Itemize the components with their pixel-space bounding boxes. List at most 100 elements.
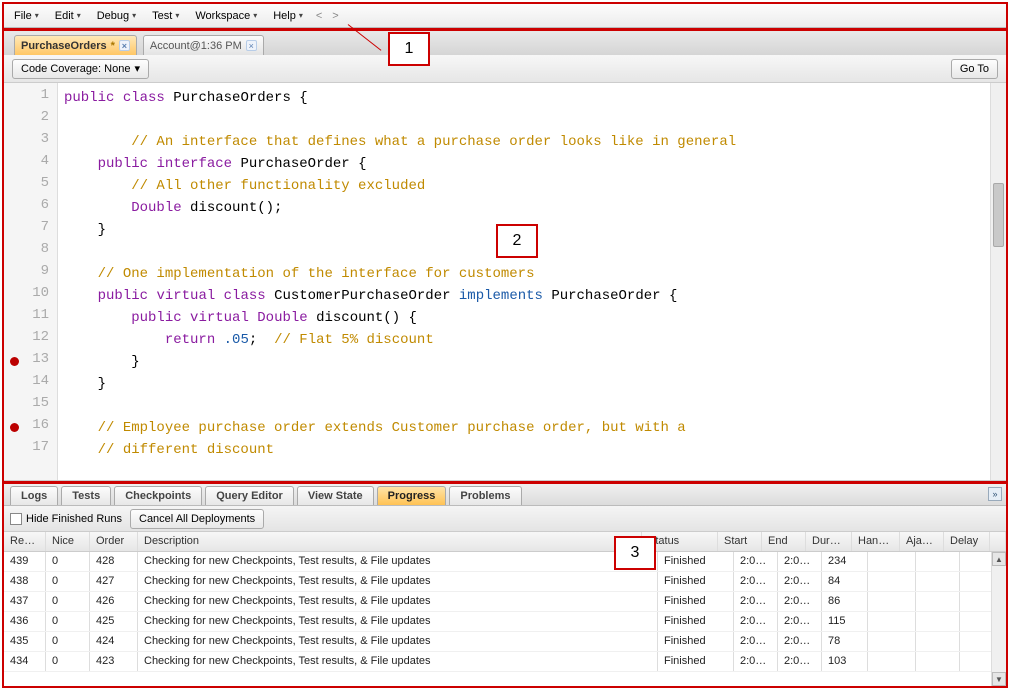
cell: 423: [90, 652, 138, 671]
close-icon[interactable]: ×: [119, 40, 130, 51]
grid-body[interactable]: 4390428Checking for new Checkpoints, Tes…: [4, 552, 1006, 686]
checkbox-icon[interactable]: [10, 513, 22, 525]
menu-test[interactable]: Test▾: [146, 8, 185, 24]
code-line[interactable]: [64, 395, 984, 417]
cell: 425: [90, 612, 138, 631]
expand-icon[interactable]: »: [988, 487, 1002, 501]
nav-back-icon[interactable]: <: [313, 10, 325, 22]
close-icon[interactable]: ×: [246, 40, 257, 51]
line-number[interactable]: 4: [4, 153, 57, 175]
panel-tab-tests[interactable]: Tests: [61, 486, 111, 505]
checkbox-label: Hide Finished Runs: [26, 513, 122, 525]
cell: Finished: [658, 552, 734, 571]
code-line[interactable]: // Employee purchase order extends Custo…: [64, 417, 984, 439]
col-start[interactable]: Start: [718, 532, 762, 551]
goto-button[interactable]: Go To: [951, 59, 998, 79]
code-line[interactable]: // An interface that defines what a purc…: [64, 131, 984, 153]
vertical-scrollbar[interactable]: [990, 83, 1006, 480]
code-line[interactable]: public virtual Double discount() {: [64, 307, 984, 329]
col-nice[interactable]: Nice: [46, 532, 90, 551]
panel-tab-logs[interactable]: Logs: [10, 486, 58, 505]
cell: [868, 552, 916, 571]
cell: 0: [46, 552, 90, 571]
col-ajax[interactable]: Ajax E: [900, 532, 944, 551]
line-number[interactable]: 14: [4, 373, 57, 395]
table-row[interactable]: 4370426Checking for new Checkpoints, Tes…: [4, 592, 1006, 612]
line-number[interactable]: 8: [4, 241, 57, 263]
cell: 2:0…: [778, 652, 822, 671]
line-number[interactable]: 11: [4, 307, 57, 329]
line-number[interactable]: 12: [4, 329, 57, 351]
code-content[interactable]: public class PurchaseOrders { // An inte…: [58, 83, 990, 480]
editor-tabs: PurchaseOrders * × Account@1:36 PM ×: [4, 31, 1006, 55]
panel-tab-progress[interactable]: Progress: [377, 486, 447, 505]
tab-label: Account@1:36 PM: [150, 40, 242, 52]
line-gutter[interactable]: 1234567891011121314151617: [4, 83, 58, 480]
line-number[interactable]: 10: [4, 285, 57, 307]
scroll-up-icon[interactable]: ▲: [992, 552, 1006, 566]
line-number[interactable]: 5: [4, 175, 57, 197]
code-line[interactable]: // different discount: [64, 439, 984, 461]
cell: 2:0…: [734, 652, 778, 671]
tab-purchaseorders[interactable]: PurchaseOrders * ×: [14, 35, 137, 55]
scrollbar-thumb[interactable]: [993, 183, 1004, 247]
table-row[interactable]: 4360425Checking for new Checkpoints, Tes…: [4, 612, 1006, 632]
code-line[interactable]: Double discount();: [64, 197, 984, 219]
cancel-deployments-button[interactable]: Cancel All Deployments: [130, 509, 264, 529]
table-row[interactable]: 4350424Checking for new Checkpoints, Tes…: [4, 632, 1006, 652]
hide-finished-checkbox[interactable]: Hide Finished Runs: [10, 513, 122, 525]
dirty-indicator: *: [111, 40, 115, 52]
col-desc[interactable]: Description: [138, 532, 642, 551]
table-row[interactable]: 4340423Checking for new Checkpoints, Tes…: [4, 652, 1006, 672]
cell: 427: [90, 572, 138, 591]
menu-edit[interactable]: Edit▾: [49, 8, 87, 24]
menu-file[interactable]: File▾: [8, 8, 45, 24]
col-duration[interactable]: Duration: [806, 532, 852, 551]
menu-help[interactable]: Help▾: [267, 8, 309, 24]
line-number[interactable]: 16: [4, 417, 57, 439]
chevron-down-icon: ▾: [35, 11, 39, 20]
col-order[interactable]: Order: [90, 532, 138, 551]
col-end[interactable]: End: [762, 532, 806, 551]
grid-scrollbar[interactable]: ▲ ▼: [991, 552, 1006, 686]
code-line[interactable]: public class PurchaseOrders {: [64, 87, 984, 109]
code-line[interactable]: }: [64, 373, 984, 395]
table-row[interactable]: 4380427Checking for new Checkpoints, Tes…: [4, 572, 1006, 592]
panel-tab-query-editor[interactable]: Query Editor: [205, 486, 294, 505]
code-line[interactable]: // One implementation of the interface f…: [64, 263, 984, 285]
nav-forward-icon[interactable]: >: [329, 10, 341, 22]
code-line[interactable]: [64, 109, 984, 131]
col-delay[interactable]: Delay: [944, 532, 990, 551]
menu-workspace[interactable]: Workspace▾: [189, 8, 263, 24]
code-line[interactable]: }: [64, 351, 984, 373]
col-handler[interactable]: Handler: [852, 532, 900, 551]
code-line[interactable]: return .05; // Flat 5% discount: [64, 329, 984, 351]
line-number[interactable]: 6: [4, 197, 57, 219]
code-editor[interactable]: 1234567891011121314151617 public class P…: [4, 83, 1006, 481]
line-number[interactable]: 15: [4, 395, 57, 417]
cell: 426: [90, 592, 138, 611]
line-number[interactable]: 1: [4, 87, 57, 109]
line-number[interactable]: 9: [4, 263, 57, 285]
line-number[interactable]: 2: [4, 109, 57, 131]
line-number[interactable]: 7: [4, 219, 57, 241]
tab-account[interactable]: Account@1:36 PM ×: [143, 35, 264, 55]
line-number[interactable]: 17: [4, 439, 57, 461]
code-line[interactable]: public virtual class CustomerPurchaseOrd…: [64, 285, 984, 307]
panel-toolbar: Hide Finished Runs Cancel All Deployment…: [4, 506, 1006, 532]
code-line[interactable]: public interface PurchaseOrder {: [64, 153, 984, 175]
panel-tab-problems[interactable]: Problems: [449, 486, 521, 505]
menu-debug[interactable]: Debug▾: [91, 8, 142, 24]
panel-tab-view-state[interactable]: View State: [297, 486, 374, 505]
cell: 2:0…: [734, 592, 778, 611]
code-line[interactable]: // All other functionality excluded: [64, 175, 984, 197]
panel-tab-checkpoints[interactable]: Checkpoints: [114, 486, 202, 505]
scroll-down-icon[interactable]: ▼: [992, 672, 1006, 686]
line-number[interactable]: 3: [4, 131, 57, 153]
code-coverage-dropdown[interactable]: Code Coverage: None ▾: [12, 59, 149, 79]
line-number[interactable]: 13: [4, 351, 57, 373]
table-row[interactable]: 4390428Checking for new Checkpoints, Tes…: [4, 552, 1006, 572]
col-reqid[interactable]: ReqId: [4, 532, 46, 551]
cell: 436: [4, 612, 46, 631]
cell: 2:0…: [778, 572, 822, 591]
